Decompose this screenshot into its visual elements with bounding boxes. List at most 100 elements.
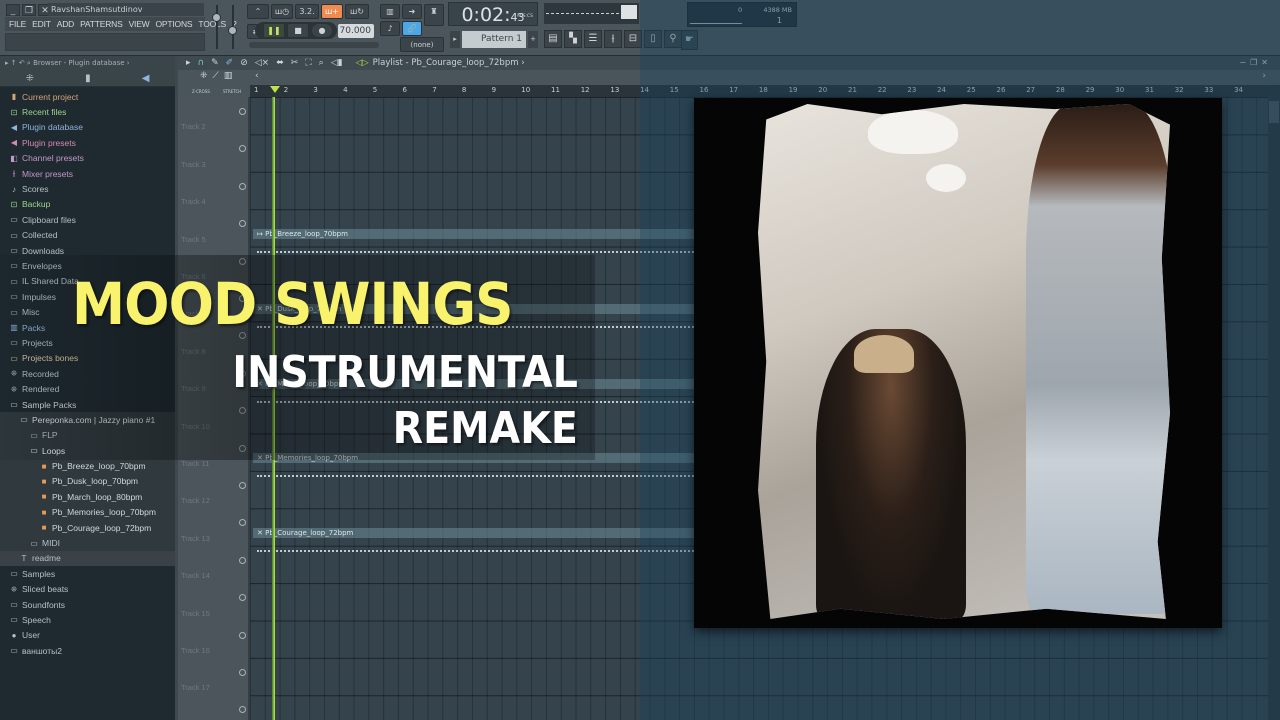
browser-item[interactable]: ▭ Collected [0, 228, 175, 243]
track-enable-toggle[interactable] [239, 182, 246, 190]
track-enable-toggle[interactable] [239, 108, 246, 115]
slice-icon[interactable]: ✂ [291, 58, 299, 68]
menu-add[interactable]: ADD [57, 19, 75, 29]
snap-selector[interactable]: (none) [400, 37, 444, 52]
tab-plugins-icon[interactable]: ◀ [142, 73, 150, 84]
menu-view[interactable]: VIEW [129, 19, 150, 29]
project-icon[interactable]: ▯ [644, 30, 662, 48]
playlist-icon[interactable]: ▤ [544, 30, 562, 48]
browser-item[interactable]: ◧ Channel presets [0, 151, 175, 166]
track-enable-toggle[interactable] [239, 145, 246, 153]
browser-item[interactable]: ◀ Plugin database [0, 120, 175, 135]
playlist-window-controls[interactable]: −❐✕ [1239, 58, 1272, 67]
restore-button[interactable]: ❐ [22, 4, 36, 16]
browser-item[interactable]: Treadme [0, 550, 175, 567]
browser-item[interactable]: ▭ MIDI [0, 535, 175, 551]
track-label[interactable]: Track 16 [181, 646, 210, 655]
channel-rack-icon[interactable]: ☰ [584, 30, 602, 48]
tab-project-icon[interactable]: ▮ [85, 73, 91, 84]
track-label[interactable]: Track 2 [181, 122, 206, 131]
pattern-name[interactable]: Pattern 1 [462, 31, 526, 48]
typing-keyboard-button[interactable]: ▥ [380, 4, 400, 19]
menu-patterns[interactable]: PATTERNS [80, 19, 123, 29]
browser-item[interactable]: ■ Pb_Courage_loop_72bpm [0, 519, 175, 536]
browser-item[interactable]: ■ Pb_Memories_loop_70bpm [0, 504, 175, 520]
browser-item[interactable]: ◀ Plugin presets [0, 135, 175, 150]
blend-notes-button[interactable]: ♪ [380, 21, 400, 36]
menu-options[interactable]: OPTIONS [156, 19, 193, 29]
play-pause-button[interactable]: ❚❚ [263, 23, 285, 38]
song-position-slider[interactable] [249, 42, 379, 48]
track-label[interactable]: Track 17 [181, 683, 210, 692]
browser-item[interactable]: ● User [0, 628, 175, 643]
online-news-button[interactable]: ☛ [681, 30, 698, 50]
tab-all-icon[interactable]: ⁜ [26, 73, 34, 84]
plugin-picker-icon[interactable]: ⚲ [664, 30, 682, 48]
song-time-display[interactable]: 0:02:43 M:S:CS [448, 2, 538, 26]
browser-item[interactable]: ⊡ Backup [0, 197, 175, 212]
browser-item[interactable]: ▭ ваншоты2 [0, 643, 175, 658]
add-pattern-button[interactable]: + [528, 31, 538, 48]
track-label[interactable]: Track 13 [181, 534, 210, 543]
playlist-menu-arrow[interactable]: ▸ [186, 58, 191, 68]
piano-roll-icon[interactable]: ▚ [564, 30, 582, 48]
scroll-left-button[interactable]: ‹ [255, 71, 259, 81]
link-controllers-button[interactable]: 🔗 [402, 21, 422, 36]
playhead-marker[interactable] [270, 86, 280, 93]
menu-edit[interactable]: EDIT [32, 19, 51, 29]
track-label[interactable]: Track 14 [181, 571, 210, 580]
browser-item[interactable]: ⫲ Mixer presets [0, 166, 175, 181]
track-enable-toggle[interactable] [239, 519, 246, 527]
multilink-button[interactable]: ♜ [424, 4, 444, 26]
wait-input-button[interactable]: ш◷ [271, 4, 293, 19]
browser-item[interactable]: ▮ Current project [0, 89, 175, 104]
zoom-icon[interactable]: ⌕ [319, 58, 324, 68]
browser-item[interactable]: ■ Pb_Dusk_loop_70bpm [0, 473, 175, 490]
track-enable-toggle[interactable] [239, 220, 246, 228]
timeline-ruler[interactable]: 1 2 3 4 5 6 7 8 9 10 11 12 13 14 15 16 17 18 19 20 21 22 23 24 2… [250, 85, 1280, 97]
step-advance-button[interactable]: ➜ [402, 4, 422, 19]
countdown-button[interactable]: 3.2. [295, 4, 319, 19]
browser-item[interactable]: ■ Pb_Breeze_loop_70bpm [0, 458, 175, 474]
user-name-field[interactable]: RavshanShamsutdinov [48, 3, 204, 16]
tempo-field[interactable]: 70.000 [338, 24, 374, 38]
select-icon[interactable]: ⛶ [305, 58, 311, 68]
browser-item[interactable]: ▭ Clipboard files [0, 212, 175, 227]
pencil-icon[interactable]: ✎ [211, 58, 219, 68]
stop-button[interactable]: ■ [287, 23, 309, 38]
browser-item[interactable]: ▭ Samples [0, 566, 175, 581]
scroll-right-button[interactable]: › [1262, 71, 1266, 81]
track-enable-toggle[interactable] [239, 482, 246, 489]
track-label[interactable]: Track 15 [181, 609, 210, 618]
browser-item[interactable]: ⁜ Sliced beats [0, 582, 175, 597]
track-enable-toggle[interactable] [239, 556, 246, 564]
track-label[interactable]: Track 5 [181, 235, 206, 244]
browser-item[interactable]: ⊡ Recent files [0, 104, 175, 119]
browser-item[interactable]: ▭ Speech [0, 612, 175, 627]
step-edit-button[interactable]: ш+ [321, 4, 343, 19]
track-label[interactable]: Track 12 [181, 496, 210, 505]
minimize-button[interactable]: _ [6, 4, 20, 16]
view-mode-icons[interactable]: ⁜⟋▥ [200, 71, 237, 81]
delete-icon[interactable]: ⊘ [240, 58, 248, 68]
track-enable-toggle[interactable] [239, 669, 246, 676]
track-label[interactable]: Track 11 [181, 459, 209, 468]
browser-item[interactable]: ▭ Soundfonts [0, 597, 175, 612]
track-label[interactable]: Track 3 [181, 160, 206, 169]
track-label[interactable]: Track 4 [181, 197, 206, 206]
loop-record-button[interactable]: ш↻ [345, 4, 369, 19]
metronome-button[interactable]: ⌃ [247, 4, 269, 19]
browser-item[interactable]: ♪ Scores [0, 181, 175, 196]
browser-item[interactable]: ■ Pb_March_loop_80bpm [0, 489, 175, 505]
record-button[interactable]: ● [311, 23, 333, 38]
track-enable-toggle[interactable] [239, 631, 246, 639]
playback-icon[interactable]: ◁▮ [331, 58, 343, 68]
track-enable-toggle[interactable] [239, 594, 246, 602]
master-pitch-slider[interactable] [228, 26, 237, 35]
mixer-icon[interactable]: ⫲ [604, 30, 622, 48]
browser-icon[interactable]: ⊟ [624, 30, 642, 48]
master-volume-slider[interactable] [212, 13, 221, 22]
vertical-scrollbar[interactable] [1268, 85, 1280, 720]
paint-icon[interactable]: ✐ [226, 58, 234, 68]
magnet-icon[interactable]: ∩ [198, 58, 205, 68]
